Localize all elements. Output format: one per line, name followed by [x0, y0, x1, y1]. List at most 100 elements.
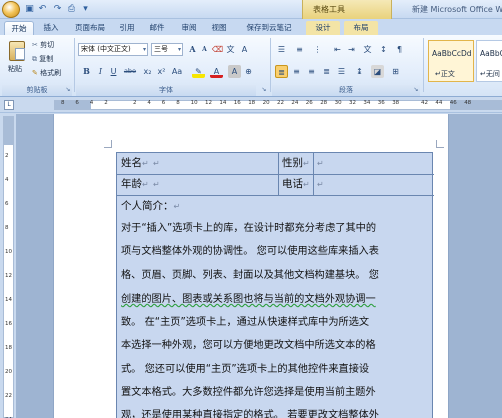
save-icon[interactable]: ▣ [24, 4, 35, 15]
ruler-number: 14 [5, 297, 12, 303]
format-painter-button[interactable]: ✎ 格式刷 [32, 67, 61, 80]
tab-design[interactable]: 设计 [306, 21, 340, 35]
tab-home[interactable]: 开始 [4, 21, 34, 35]
intro-text-line[interactable]: 本选择一种外观，您可以方便地更改文档中所选文本的格 [121, 339, 376, 353]
ruler-number: 22 [277, 100, 284, 106]
cut-button[interactable]: ✂ 剪切 [32, 39, 54, 52]
vertical-ruler[interactable]: 24681012141618202224 [3, 116, 14, 418]
font-name-combo[interactable]: 宋体 (中文正文) ▾ [78, 43, 148, 56]
document-page[interactable]: 姓名↵ ↵ 性别↵ ↵ 年龄↵ ↵ 电话↵ ↵ 个人简介：↵ 对于“插入”选项卡… [53, 114, 449, 418]
style-no-spacing[interactable]: AaBbC ↵无间 [476, 40, 502, 82]
tab-view[interactable]: 视图 [206, 21, 232, 35]
increase-indent-icon[interactable]: ⇥ [345, 43, 358, 56]
ruler-number: 24 [291, 100, 299, 106]
font-launcher-icon[interactable]: ↘ [260, 86, 268, 94]
document-canvas[interactable]: 姓名↵ ↵ 性别↵ ↵ 年龄↵ ↵ 电话↵ ↵ 个人简介：↵ 对于“插入”选项卡… [16, 114, 502, 418]
justify-icon[interactable]: ≣ [320, 65, 333, 78]
tab-insert[interactable]: 插入 [38, 21, 64, 35]
chevron-down-icon: ▾ [177, 46, 181, 53]
tab-selector-icon[interactable]: L [4, 100, 14, 110]
tab-references[interactable]: 引用 [114, 21, 140, 35]
paragraph-launcher-icon[interactable]: ↘ [412, 86, 420, 94]
intro-text-line[interactable]: 对于“插入”选项卡上的库，在设计时都充分考虑了其中的 [121, 222, 376, 236]
decrease-indent-icon[interactable]: ⇤ [331, 43, 344, 56]
intro-text-line[interactable]: 创建的图片、图表或关系图也将与当前的文档外观协调一 [121, 293, 376, 307]
intro-text-line[interactable]: 观，还是使用某种直接指定的格式。 若要更改文档整体外 [121, 409, 379, 418]
phone-value-cell[interactable]: ↵ [317, 177, 324, 192]
ruler-area: L 8 6 4 2 2 4 6 8 10 12 14 16 18 20 22 24 26 28 30 32 34 36 38… [0, 97, 502, 113]
bold-button[interactable]: B [80, 65, 93, 78]
tab-cloud-notes[interactable]: 保存到云笔记 [236, 21, 302, 35]
strikethrough-button[interactable]: abe [122, 65, 138, 78]
office-button[interactable] [2, 1, 20, 18]
age-label-cell[interactable]: 年龄↵ [121, 177, 149, 192]
subscript-button[interactable]: x₂ [141, 65, 154, 78]
intro-text-line[interactable]: 格、页眉、页脚、列表、封面以及其他文档构建基块。 您 [121, 269, 379, 283]
tab-review[interactable]: 审阅 [176, 21, 202, 35]
cut-icon: ✂ [32, 41, 41, 49]
highlight-icon[interactable]: ✎ [192, 65, 205, 78]
italic-button[interactable]: I [94, 65, 107, 78]
paragraph-mark: ↵ [153, 159, 160, 168]
intro-label-cell[interactable]: 个人简介：↵ [121, 199, 180, 214]
gender-label-cell[interactable]: 性别↵ [282, 156, 310, 171]
ruler-number: 36 [377, 100, 385, 106]
phone-label-cell[interactable]: 电话↵ [282, 177, 310, 192]
gender-value-cell[interactable]: ↵ [317, 156, 324, 171]
tab-mailings[interactable]: 邮件 [144, 21, 170, 35]
enclosed-char-icon[interactable]: ⊕ [242, 65, 255, 78]
char-shading-icon[interactable]: A [228, 65, 241, 78]
ruler-number: 2 [133, 100, 137, 106]
group-separator [74, 38, 75, 92]
intro-text-line[interactable]: 式。 您还可以使用“主页”选项卡上的其他控件来直接设 [121, 363, 369, 377]
align-right-icon[interactable]: ≡ [305, 65, 318, 78]
distributed-icon[interactable]: ☰ [335, 65, 348, 78]
shading-icon[interactable]: ◪ [371, 65, 384, 78]
borders-icon[interactable]: ⊞ [389, 65, 402, 78]
paste-button[interactable]: 粘贴 [8, 63, 22, 76]
ruler-number: 10 [190, 100, 198, 106]
age-value-cell[interactable]: ↵ [153, 177, 160, 192]
redo-icon[interactable]: ↷ [52, 4, 63, 15]
print-preview-icon[interactable]: ⎙ [66, 4, 77, 15]
bullets-icon[interactable]: ☰ [275, 43, 288, 56]
clipboard-launcher-icon[interactable]: ↘ [64, 86, 72, 94]
horizontal-ruler[interactable]: 8 6 4 2 2 4 6 8 10 12 14 16 18 20 22 24 26 28 30 32 34 36 38 42… [54, 100, 502, 110]
multilevel-list-icon[interactable]: ⋮ [311, 43, 324, 56]
paste-icon[interactable] [9, 41, 25, 61]
align-left-icon[interactable]: ≣ [275, 65, 288, 78]
phonetic-guide-icon[interactable]: 文 [224, 43, 237, 56]
name-value-cell[interactable]: ↵ [153, 156, 160, 171]
age-label: 年龄 [121, 178, 142, 190]
table-tools-context: 表格工具 [302, 0, 392, 19]
style-normal[interactable]: AaBbCcDd ↵正文 [428, 40, 474, 82]
name-label-cell[interactable]: 姓名↵ [121, 156, 149, 171]
change-case-button[interactable]: Aa [169, 65, 185, 78]
undo-icon[interactable]: ↶ [37, 4, 48, 15]
chinese-layout-icon[interactable]: 文 [361, 43, 374, 56]
resume-table[interactable]: 姓名↵ ↵ 性别↵ ↵ 年龄↵ ↵ 电话↵ ↵ 个人简介：↵ 对于“插入”选项卡… [116, 152, 434, 418]
sort-icon[interactable]: ↕ [377, 43, 390, 56]
intro-text-line[interactable]: 置文本格式。大多数控件都允许您选择是使用当前主题外 [121, 386, 376, 400]
tab-layout[interactable]: 布局 [344, 21, 378, 35]
font-color-icon[interactable]: A [210, 65, 223, 78]
intro-text-line[interactable]: 项与文档整体外观的协调性。 您可以使用这些库来插入表 [121, 245, 379, 259]
style-sample: AaBbC [480, 49, 502, 58]
intro-text-line[interactable]: 致。 在“主页”选项卡上，通过从快速样式库中为所选文 [121, 316, 369, 330]
ruler-number: 4 [147, 100, 151, 106]
align-center-icon[interactable]: ≡ [290, 65, 303, 78]
copy-button[interactable]: ⧉ 复制 [32, 53, 53, 66]
line-spacing-icon[interactable]: ↨ [353, 65, 366, 78]
tab-page-layout[interactable]: 页面布局 [68, 21, 112, 35]
ribbon-home: 粘贴 ✂ 剪切 ⧉ 复制 ✎ 格式刷 剪贴板 ↘ 宋体 (中文正文) ▾ 三号 … [0, 35, 502, 97]
customize-qat-icon[interactable]: ▾ [80, 4, 91, 15]
shrink-font-icon[interactable]: A [198, 43, 211, 56]
superscript-button[interactable]: x² [155, 65, 168, 78]
ruler-margin [4, 117, 13, 145]
font-size-combo[interactable]: 三号 ▾ [151, 43, 183, 56]
show-marks-icon[interactable]: ¶ [393, 43, 406, 56]
clear-format-icon[interactable]: ⌫ [211, 43, 224, 56]
numbering-icon[interactable]: ≡ [293, 43, 306, 56]
underline-button[interactable]: U [107, 65, 120, 78]
char-border-icon[interactable]: A [238, 43, 251, 56]
